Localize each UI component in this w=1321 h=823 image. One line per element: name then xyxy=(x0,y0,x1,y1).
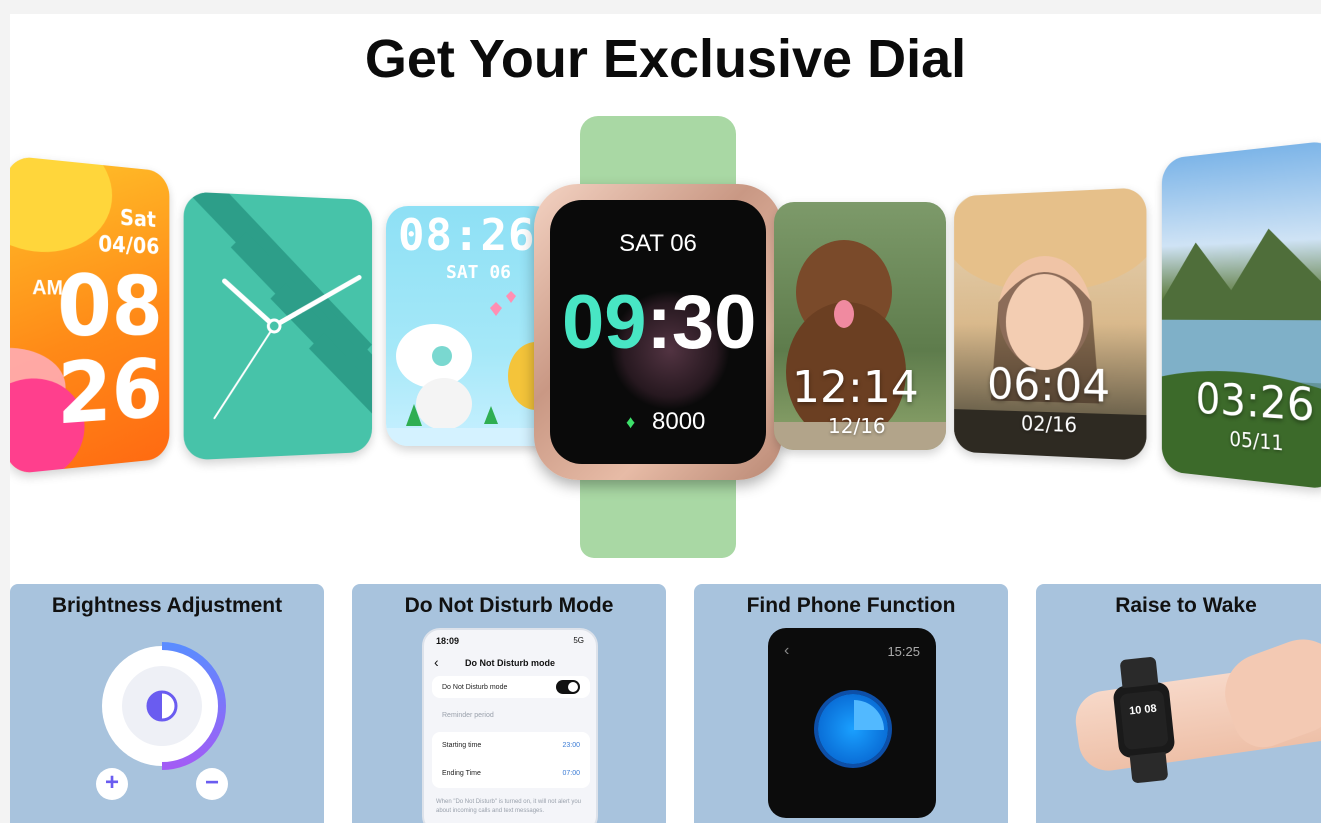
feature-card-brightness[interactable]: Brightness Adjustment + − xyxy=(10,584,324,823)
dial-date: 02/16 xyxy=(1021,411,1078,438)
start-time-label[interactable]: Starting time xyxy=(442,742,481,749)
cartoon-characters-icon xyxy=(386,291,556,446)
wrist-watch-face: 10 08 xyxy=(1119,689,1169,751)
phone-clock: 18:09 xyxy=(436,636,460,646)
dial-time: 06:04 xyxy=(987,359,1111,413)
card-title: Raise to Wake xyxy=(1115,594,1257,617)
product-banner: Get Your Exclusive Dial Sat 04/06 AM 08 … xyxy=(10,14,1321,823)
dnd-toggle[interactable] xyxy=(556,680,580,694)
card-title: Do Not Disturb Mode xyxy=(404,594,614,617)
dial-face-portrait-photo[interactable]: 06:04 02/16 xyxy=(954,187,1147,461)
feature-card-find-phone[interactable]: Find Phone Function ‹ 15:25 xyxy=(694,584,1008,823)
dial-date: 04/06 xyxy=(98,232,160,260)
dial-time: 03:26 xyxy=(1195,373,1315,433)
end-time-label[interactable]: Ending Time xyxy=(442,770,481,777)
dial-time: 12:14 xyxy=(792,362,919,413)
end-time-value[interactable]: 07:00 xyxy=(562,770,580,777)
settings-time-panel: Starting time 23:00 Ending Time 07:00 xyxy=(432,732,590,788)
dial-face-cartoon[interactable]: 08:26 SAT 06 xyxy=(386,206,556,446)
card-title: Find Phone Function xyxy=(746,594,956,617)
phone-screen-title: Do Not Disturb mode xyxy=(465,658,555,668)
watch-colon: : xyxy=(646,280,672,365)
dial-face-orange[interactable]: Sat 04/06 AM 08 26 xyxy=(10,155,170,475)
watch-time: 15:25 xyxy=(887,644,920,659)
phone-signal: 5G xyxy=(573,636,584,645)
dial-face-landscape-photo[interactable]: 03:26 05/11 xyxy=(1161,139,1321,491)
brightness-plus-button[interactable]: + xyxy=(96,768,128,800)
reminder-label: Reminder period xyxy=(442,712,494,719)
decor-blob xyxy=(10,155,113,255)
wrist-watch-illustration: 10 08 xyxy=(1112,656,1176,784)
dial-face-analog[interactable] xyxy=(183,191,373,461)
dnd-hint-text: When "Do Not Disturb" is turned on, it w… xyxy=(436,799,581,814)
feature-card-do-not-disturb[interactable]: Do Not Disturb Mode 18:09 5G ‹ Do Not Di… xyxy=(352,584,666,823)
watch-day: SAT 06 xyxy=(619,230,697,257)
steps-count: 8000 xyxy=(652,408,706,435)
dial-minute: 26 xyxy=(56,341,163,444)
brightness-ring-icon xyxy=(102,642,226,770)
dial-date: 05/11 xyxy=(1229,426,1284,456)
watch-minute: 30 xyxy=(671,280,757,365)
find-phone-watch-screen: ‹ 15:25 xyxy=(768,628,936,818)
watch-band xyxy=(1119,656,1159,689)
orb-highlight xyxy=(854,700,884,730)
start-time-value[interactable]: 23:00 xyxy=(562,742,580,749)
clock-hands-icon xyxy=(184,191,372,460)
dial-face-dog-photo[interactable]: 12:14 12/16 xyxy=(774,202,946,450)
dial-date: 12/16 xyxy=(828,414,886,438)
dial-day: Sat xyxy=(120,206,156,233)
feature-card-raise-to-wake[interactable]: Raise to Wake 10 08 xyxy=(1036,584,1321,823)
dial-hour: 08 xyxy=(56,255,163,356)
watch-hour: 09 xyxy=(562,280,647,365)
footprints-icon: ♦ xyxy=(626,412,636,432)
settings-row-toggle[interactable]: Do Not Disturb mode xyxy=(432,676,590,698)
back-icon[interactable]: ‹ xyxy=(784,642,789,660)
headline: Get Your Exclusive Dial xyxy=(364,29,967,89)
phone-settings-screen: 18:09 5G ‹ Do Not Disturb mode Do Not Di… xyxy=(422,628,598,823)
brightness-minus-button[interactable]: − xyxy=(196,768,228,800)
watch-screen[interactable]: SAT 06 09:30 ♦ 8000 xyxy=(550,200,766,464)
watch-band xyxy=(1129,751,1169,784)
watch-steps: ♦ 8000 xyxy=(626,408,705,436)
row-label: Do Not Disturb mode xyxy=(442,684,508,691)
watch-time: 09:30 xyxy=(562,278,762,368)
